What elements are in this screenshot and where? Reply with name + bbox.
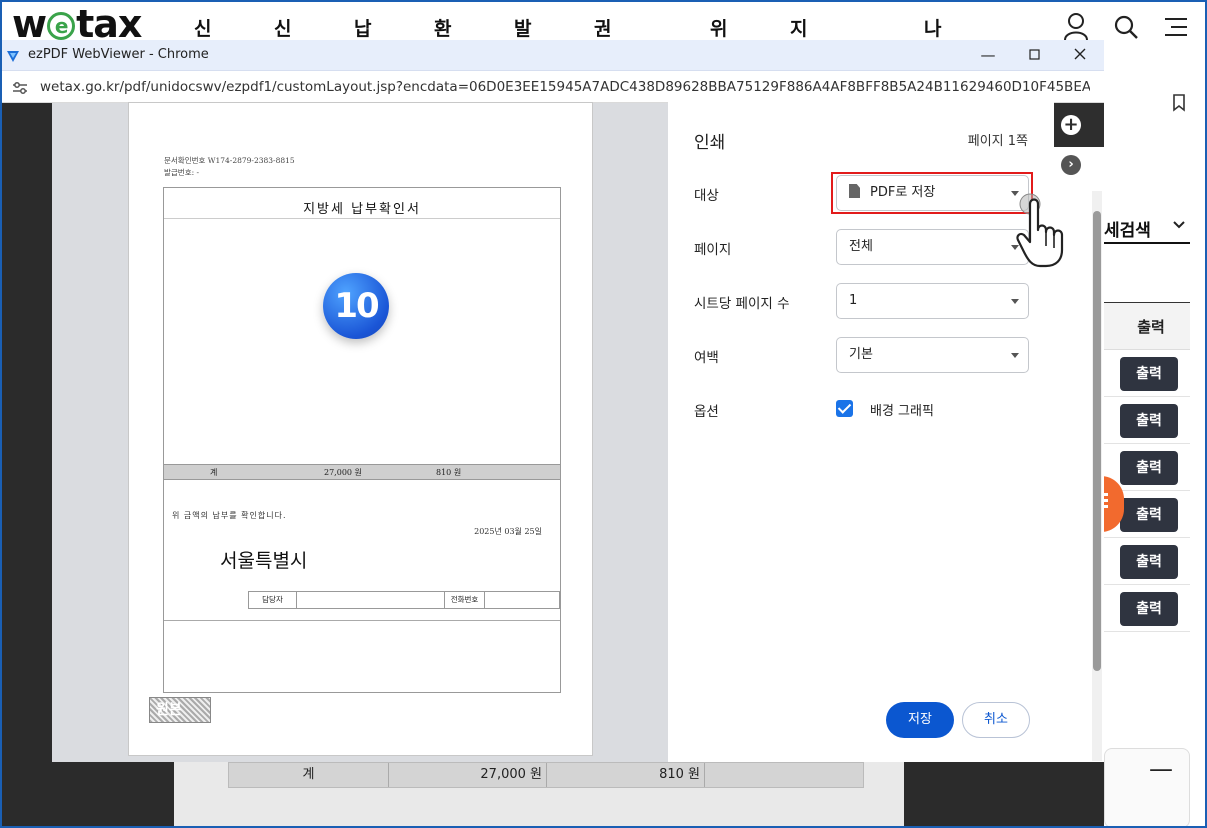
window-title: ezPDF WebViewer - Chrome <box>28 47 209 62</box>
pages-select[interactable]: 전체 <box>836 229 1029 265</box>
scrollbar-thumb[interactable] <box>1093 211 1101 671</box>
url-text[interactable]: wetax.go.kr/pdf/unidocswv/ezpdf1/customL… <box>40 79 1090 95</box>
table-row: 출력 <box>1104 350 1190 397</box>
print-button[interactable]: 출력 <box>1120 498 1178 532</box>
issue-date: 2025년 03월 25일 <box>474 527 542 536</box>
step-badge: 10 <box>323 273 389 339</box>
collapse-icon[interactable]: — <box>1149 755 1173 783</box>
menu-icon[interactable] <box>1163 16 1189 38</box>
margins-select[interactable]: 기본 <box>836 337 1029 373</box>
destination-label: 대상 <box>694 188 719 204</box>
detail-search-label[interactable]: 세검색 <box>1104 216 1151 241</box>
collapsible-panel: — <box>1104 748 1190 828</box>
bg-total-amount: 27,000 원 <box>389 763 547 787</box>
page-count: 페이지 1쪽 <box>967 134 1028 149</box>
print-button[interactable]: 출력 <box>1120 592 1178 626</box>
margins-label: 여백 <box>694 350 719 366</box>
pages-per-sheet-value: 1 <box>849 293 858 308</box>
confirm-text: 위 금액의 납부를 확인합니다. <box>172 511 287 520</box>
certificate-title: 지방세 납부확인서 <box>303 202 421 217</box>
doc-number: 문서확인번호 W174-2879-2383-8815 <box>164 156 295 165</box>
close-button[interactable] <box>1058 44 1102 68</box>
site-settings-icon[interactable] <box>12 80 28 99</box>
cancel-button[interactable]: 취소 <box>962 702 1030 738</box>
table-row: 출력 <box>1104 538 1190 585</box>
bookmark-icon[interactable] <box>1172 94 1186 116</box>
preview-page: 문서확인번호 W174-2879-2383-8815 발급번호: - 지방세 납… <box>128 102 593 756</box>
total-tax: 810 원 <box>436 468 462 477</box>
total-amount: 27,000 원 <box>324 468 362 477</box>
certificate-box: 지방세 납부확인서 계 27,000 원 810 원 위 금액의 납부를 확인합… <box>163 187 561 693</box>
ezpdf-app-icon <box>6 48 20 67</box>
window-titlebar: ezPDF WebViewer - Chrome — <box>0 40 1104 71</box>
original-stamp: 원본 <box>149 697 211 723</box>
print-title: 인쇄 <box>694 133 726 153</box>
user-icon[interactable] <box>1063 12 1089 42</box>
background-graphics-checkbox[interactable] <box>836 400 853 417</box>
print-button[interactable]: 출력 <box>1120 451 1178 485</box>
doc-number-block: 문서확인번호 W174-2879-2383-8815 발급번호: - <box>164 155 295 179</box>
minimize-button[interactable]: — <box>966 44 1010 68</box>
save-button[interactable]: 저장 <box>886 702 954 738</box>
background-page-right: 세검색 출력 출력 출력 출력 출력 출력 출력 — <box>1078 56 1207 828</box>
viewer-left-gutter <box>0 103 52 762</box>
print-settings-panel: 인쇄 페이지 1쪽 대상 PDF로 저장 페이지 전체 시트당 페이지 수 1 … <box>668 102 1054 762</box>
pages-value: 전체 <box>849 239 873 254</box>
scrollbar[interactable] <box>1092 191 1102 761</box>
contact-label: 담당자 <box>249 592 297 608</box>
header-icons <box>1063 12 1189 42</box>
pages-per-sheet-select[interactable]: 1 <box>836 283 1029 319</box>
phone-value <box>485 592 559 608</box>
table-row: 출력 <box>1104 585 1190 632</box>
background-total-row: 계 27,000 원 810 원 <box>228 762 864 788</box>
highlight-box <box>831 172 1033 214</box>
hand-pointer-icon <box>1016 190 1086 274</box>
certificate-total-row: 계 27,000 원 810 원 <box>164 464 560 480</box>
print-button[interactable]: 출력 <box>1120 357 1178 391</box>
margins-value: 기본 <box>849 347 873 362</box>
issue-number: 발급번호: - <box>164 168 200 177</box>
footer-rule <box>164 620 560 621</box>
bg-total-label: 계 <box>229 763 389 787</box>
table-header-print: 출력 <box>1104 302 1190 350</box>
chevron-right-icon[interactable]: › <box>1061 155 1081 175</box>
print-button[interactable]: 출력 <box>1120 545 1178 579</box>
address-bar[interactable]: wetax.go.kr/pdf/unidocswv/ezpdf1/customL… <box>0 71 1104 103</box>
print-button[interactable]: 출력 <box>1120 404 1178 438</box>
contact-row: 담당자 전화번호 <box>248 591 560 609</box>
title-rule <box>164 218 560 219</box>
options-label: 옵션 <box>694 404 719 420</box>
issuer-city: 서울특별시 <box>220 550 308 572</box>
pages-per-sheet-label: 시트당 페이지 수 <box>694 296 790 312</box>
search-underline <box>1104 242 1190 244</box>
background-graphics-label[interactable]: 배경 그래픽 <box>870 400 934 419</box>
chevron-down-icon[interactable] <box>1172 216 1186 234</box>
pages-label: 페이지 <box>694 242 732 258</box>
bg-total-empty <box>705 763 863 787</box>
dropdown-arrow-icon <box>1011 299 1019 304</box>
phone-label: 전화번호 <box>445 592 485 608</box>
contact-value <box>297 592 445 608</box>
bg-total-tax: 810 원 <box>547 763 705 787</box>
total-label: 계 <box>210 468 218 477</box>
search-icon[interactable] <box>1113 14 1139 40</box>
zoom-in-icon[interactable]: + <box>1061 115 1081 135</box>
table-row: 출력 <box>1104 397 1190 444</box>
dropdown-arrow-icon <box>1011 353 1019 358</box>
maximize-button[interactable] <box>1012 44 1056 68</box>
